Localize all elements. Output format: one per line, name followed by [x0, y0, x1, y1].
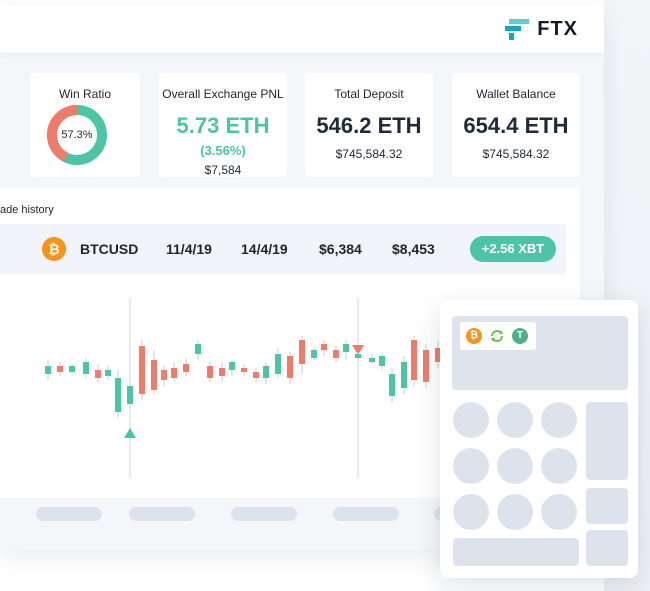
- trade-history-title: ade history: [0, 204, 54, 216]
- ftx-logo-mark-icon: [505, 17, 531, 41]
- trade-row[interactable]: ₿ BTCUSD 11/4/19 14/4/19 $6,384 $8,453 +…: [0, 224, 566, 274]
- candle-body: [183, 364, 189, 372]
- candle-body: [355, 354, 361, 358]
- keypad-key[interactable]: [541, 402, 577, 438]
- trade-pair: BTCUSD: [80, 241, 139, 257]
- wallet-balance-card: Wallet Balance 654.4 ETH $745,584.32: [452, 73, 580, 177]
- candle-body: [311, 350, 317, 358]
- candle-body: [127, 386, 133, 404]
- chart-date-pill: [129, 507, 195, 521]
- bitcoin-icon: ₿: [42, 237, 66, 261]
- exchange-pnl-eth: 5.73 ETH: [176, 113, 270, 138]
- keypad-enter-key[interactable]: [586, 530, 628, 566]
- swap-icon[interactable]: [489, 328, 505, 344]
- win-ratio-title: Win Ratio: [58, 87, 111, 101]
- candle-body: [379, 356, 385, 366]
- tether-icon: T: [512, 328, 528, 344]
- total-deposit-usd: $745,584.32: [335, 147, 403, 161]
- chart-date-pill: [333, 507, 399, 521]
- candle-body: [83, 362, 89, 374]
- candle-body: [57, 366, 63, 372]
- candle-body: [333, 350, 339, 358]
- candle-body: [389, 374, 395, 396]
- candle-body: [229, 362, 235, 370]
- candle-body: [423, 350, 429, 382]
- candle-body: [151, 360, 157, 390]
- keypad-key[interactable]: [453, 402, 489, 438]
- keypad-key[interactable]: [541, 494, 577, 530]
- wallet-balance-usd: $745,584.32: [482, 147, 550, 161]
- candle-body: [69, 366, 75, 372]
- trade-open-date: 11/4/19: [166, 241, 212, 257]
- keypad-key[interactable]: [497, 448, 533, 484]
- converter-display: ₿ T: [452, 316, 628, 390]
- candle-body: [275, 354, 281, 374]
- brand-name: FTX: [537, 17, 578, 40]
- wallet-balance-eth: 654.4 ETH: [463, 113, 569, 138]
- candle-body: [299, 340, 305, 364]
- candle-body: [411, 340, 417, 380]
- chart-date-pill: [36, 507, 102, 521]
- candle-body: [139, 346, 145, 394]
- candle-body: [401, 362, 407, 388]
- win-ratio-card: Win Ratio 57.3%: [30, 73, 140, 177]
- trade-close-date: 14/4/19: [241, 241, 288, 257]
- candle-body: [241, 368, 247, 372]
- trade-pnl-badge: +2.56 XBT: [470, 236, 556, 262]
- candle-body: [343, 344, 349, 352]
- candle-body: [287, 356, 293, 378]
- keypad-key[interactable]: [541, 448, 577, 484]
- exchange-pnl-card: Overall Exchange PNL 5.73 ETH (3.56%) $7…: [159, 73, 287, 177]
- win-ratio-donut: 57.3%: [46, 104, 108, 166]
- total-deposit-title: Total Deposit: [334, 87, 404, 101]
- candle-body: [45, 366, 51, 374]
- keypad-key[interactable]: [497, 494, 533, 530]
- candle-body: [263, 366, 269, 378]
- exchange-pnl-usd: $7,584: [204, 163, 242, 177]
- candle-body: [195, 344, 201, 354]
- candle-body: [253, 372, 259, 378]
- converter-panel: ₿ T: [440, 300, 638, 578]
- candle-body: [369, 358, 375, 362]
- buy-marker-icon: [124, 428, 136, 438]
- keypad-side-key[interactable]: [586, 488, 628, 524]
- total-deposit-eth: 546.2 ETH: [316, 113, 422, 138]
- chart-date-pill: [231, 507, 297, 521]
- top-bar: FTX: [0, 5, 604, 53]
- candle-body: [105, 370, 111, 376]
- candle-body: [207, 366, 213, 378]
- wallet-balance-title: Wallet Balance: [476, 87, 556, 101]
- candle-body: [171, 368, 177, 378]
- exchange-pnl-percent: (3.56%): [200, 143, 246, 158]
- keypad-key[interactable]: [453, 448, 489, 484]
- trade-entry-price: $6,384: [319, 241, 362, 257]
- exchange-pnl-title: Overall Exchange PNL: [162, 87, 284, 101]
- keypad-key[interactable]: [497, 402, 533, 438]
- candle-body: [115, 378, 121, 412]
- trade-exit-price: $8,453: [392, 241, 435, 257]
- total-deposit-card: Total Deposit 546.2 ETH $745,584.32: [305, 73, 433, 177]
- keypad-zero-key[interactable]: [453, 538, 579, 566]
- ftx-logo[interactable]: FTX: [505, 17, 578, 41]
- keypad-key[interactable]: [453, 494, 489, 530]
- candle-body: [219, 368, 225, 376]
- keypad-wide-key[interactable]: [586, 402, 628, 480]
- bitcoin-icon: ₿: [466, 328, 482, 344]
- coin-selector[interactable]: ₿ T: [460, 322, 536, 350]
- candle-body: [95, 370, 101, 378]
- candle-body: [321, 344, 327, 350]
- win-ratio-value: 57.3%: [61, 129, 93, 141]
- candle-body: [161, 370, 167, 380]
